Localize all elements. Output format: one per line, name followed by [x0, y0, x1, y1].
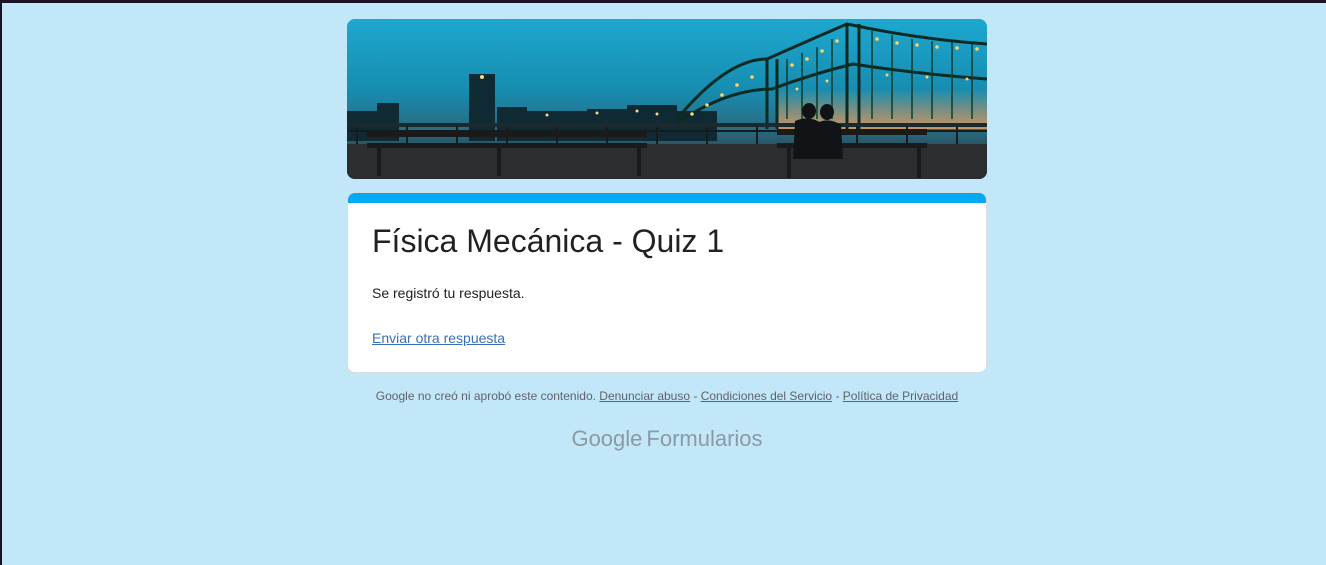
form-container: Física Mecánica - Quiz 1 Se registró tu …	[347, 19, 987, 452]
header-banner-image	[347, 19, 987, 179]
privacy-policy-link[interactable]: Política de Privacidad	[843, 389, 958, 403]
forms-wordmark: Formularios	[646, 426, 763, 451]
footer-separator: -	[832, 389, 843, 403]
confirmation-message: Se registró tu respuesta.	[372, 285, 525, 301]
footer-disclaimer: Google no creó ni aprobó este contenido.…	[347, 388, 987, 404]
disclaimer-text: Google no creó ni aprobó este contenido.	[375, 389, 596, 403]
form-title: Física Mecánica - Quiz 1	[372, 223, 725, 259]
submit-another-response-link[interactable]: Enviar otra respuesta	[372, 328, 505, 348]
footer-separator: -	[690, 389, 701, 403]
confirmation-card: Física Mecánica - Quiz 1 Se registró tu …	[347, 192, 987, 373]
bridge-night-illustration	[347, 19, 987, 179]
terms-of-service-link[interactable]: Condiciones del Servicio	[701, 389, 832, 403]
google-forms-logo[interactable]: Google Formularios	[347, 426, 987, 452]
card-accent-bar	[348, 193, 986, 203]
report-abuse-link[interactable]: Denunciar abuso	[599, 389, 690, 403]
google-wordmark: Google	[571, 426, 643, 451]
